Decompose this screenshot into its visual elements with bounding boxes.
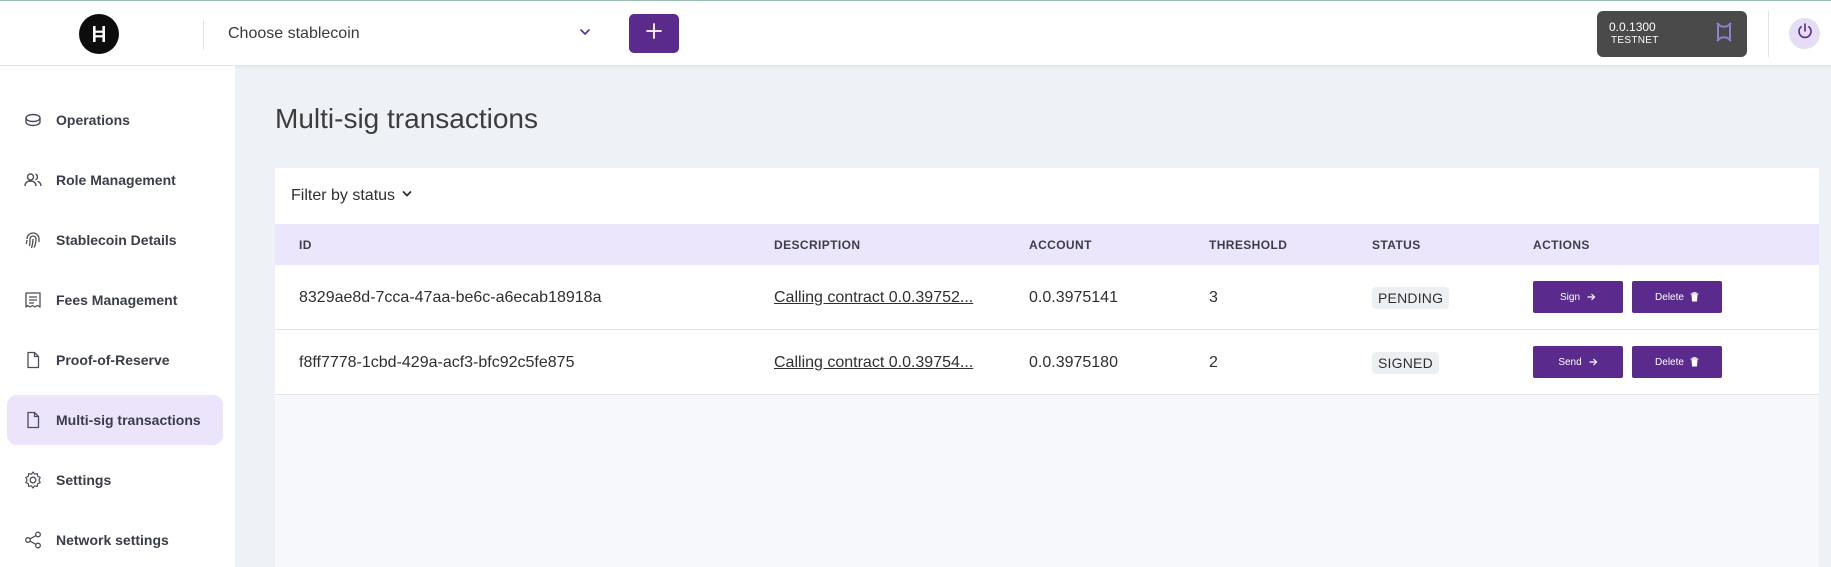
wallet-icon bbox=[1713, 20, 1735, 49]
sidebar-item-label: Role Management bbox=[56, 172, 176, 188]
page-title: Multi-sig transactions bbox=[275, 103, 538, 134]
disconnect-button[interactable] bbox=[1789, 18, 1820, 49]
account-id: 0.0.1300 bbox=[1609, 20, 1656, 35]
status-cell: SIGNED bbox=[1372, 330, 1439, 395]
users-icon bbox=[23, 170, 43, 190]
sidebar-item-label: Settings bbox=[56, 472, 112, 488]
transaction-id: f8ff7778-1cbd-429a-acf3-bfc92c5fe875 bbox=[299, 353, 575, 371]
send-button[interactable]: Send bbox=[1533, 346, 1623, 378]
trash-icon bbox=[1690, 357, 1699, 367]
sidebar-item-label: Stablecoin Details bbox=[56, 232, 177, 248]
table-row: 8329ae8d-7cca-47aa-be6c-a6ecab18918a Cal… bbox=[275, 265, 1819, 330]
account-info[interactable]: 0.0.1300 TESTNET bbox=[1597, 11, 1747, 57]
status-filter[interactable]: Filter by status bbox=[275, 168, 1819, 224]
sidebar: Operations Role Management Stablecoin De… bbox=[0, 66, 235, 567]
header-divider bbox=[1768, 11, 1769, 57]
delete-button[interactable]: Delete bbox=[1632, 346, 1722, 378]
chevron-down-icon bbox=[578, 25, 592, 44]
column-header-threshold: THRESHOLD bbox=[1209, 237, 1288, 252]
fingerprint-icon bbox=[23, 230, 43, 250]
gear-icon bbox=[23, 470, 43, 490]
sidebar-item-label: Fees Management bbox=[56, 292, 178, 308]
coins-icon bbox=[23, 110, 43, 130]
sidebar-item-fees-management[interactable]: Fees Management bbox=[7, 275, 223, 325]
share-icon bbox=[23, 530, 43, 550]
sidebar-item-operations[interactable]: Operations bbox=[7, 95, 223, 145]
status-cell: PENDING bbox=[1372, 265, 1450, 330]
transaction-threshold: 2 bbox=[1209, 353, 1218, 371]
trash-icon bbox=[1690, 292, 1699, 302]
sidebar-item-proof-of-reserve[interactable]: Proof-of-Reserve bbox=[7, 335, 223, 385]
arrow-right-icon bbox=[1588, 357, 1598, 367]
sidebar-item-settings[interactable]: Settings bbox=[7, 455, 223, 505]
column-header-actions: ACTIONS bbox=[1533, 237, 1590, 252]
hedera-logo-icon[interactable] bbox=[79, 14, 119, 54]
column-header-description: DESCRIPTION bbox=[774, 237, 861, 252]
transaction-account: 0.0.3975141 bbox=[1029, 288, 1118, 306]
sidebar-item-network-settings[interactable]: Network settings bbox=[7, 515, 223, 565]
status-filter-label: Filter by status bbox=[291, 187, 396, 204]
status-badge: PENDING bbox=[1372, 286, 1450, 309]
transaction-description[interactable]: Calling contract 0.0.39752... bbox=[774, 265, 973, 330]
file-icon bbox=[23, 410, 43, 430]
file-icon bbox=[23, 350, 43, 370]
transaction-threshold: 3 bbox=[1209, 288, 1218, 306]
delete-button[interactable]: Delete bbox=[1632, 281, 1722, 313]
transactions-panel: Filter by status ID DESCRIPTION ACCOUNT … bbox=[275, 168, 1819, 567]
table-header: ID DESCRIPTION ACCOUNT THRESHOLD STATUS … bbox=[275, 224, 1819, 265]
receipt-icon bbox=[23, 290, 43, 310]
transaction-description[interactable]: Calling contract 0.0.39754... bbox=[774, 330, 973, 395]
plus-icon bbox=[645, 22, 663, 45]
network-label: TESTNET bbox=[1611, 35, 1659, 47]
sidebar-item-label: Operations bbox=[56, 112, 130, 128]
delete-button-label: Delete bbox=[1655, 291, 1684, 303]
arrow-right-icon bbox=[1586, 292, 1596, 302]
sign-button-label: Sign bbox=[1559, 291, 1580, 303]
power-icon bbox=[1796, 22, 1814, 45]
transaction-account: 0.0.3975180 bbox=[1029, 353, 1118, 371]
add-stablecoin-button[interactable] bbox=[629, 14, 679, 53]
stablecoin-select-placeholder: Choose stablecoin bbox=[228, 25, 360, 42]
column-header-account: ACCOUNT bbox=[1029, 237, 1092, 252]
header-divider bbox=[203, 20, 204, 50]
column-header-status: STATUS bbox=[1372, 237, 1421, 252]
top-bar: Choose stablecoin 0.0.1300 TESTNET bbox=[0, 0, 1831, 66]
transaction-id: 8329ae8d-7cca-47aa-be6c-a6ecab18918a bbox=[299, 288, 602, 306]
description-link[interactable]: Calling contract 0.0.39752... bbox=[774, 289, 973, 307]
chevron-down-icon bbox=[401, 187, 413, 205]
sidebar-item-multi-sig-transactions[interactable]: Multi-sig transactions bbox=[7, 395, 223, 445]
sidebar-item-role-management[interactable]: Role Management bbox=[7, 155, 223, 205]
sidebar-item-stablecoin-details[interactable]: Stablecoin Details bbox=[7, 215, 223, 265]
table-row: f8ff7778-1cbd-429a-acf3-bfc92c5fe875 Cal… bbox=[275, 330, 1819, 395]
description-link[interactable]: Calling contract 0.0.39754... bbox=[774, 354, 973, 372]
column-header-id: ID bbox=[299, 237, 312, 252]
sidebar-item-label: Proof-of-Reserve bbox=[56, 352, 170, 368]
delete-button-label: Delete bbox=[1655, 356, 1684, 368]
sidebar-item-label: Network settings bbox=[56, 532, 169, 548]
sidebar-item-label: Multi-sig transactions bbox=[56, 412, 201, 428]
send-button-label: Send bbox=[1558, 356, 1582, 368]
stablecoin-select[interactable]: Choose stablecoin bbox=[220, 17, 600, 51]
status-badge: SIGNED bbox=[1372, 351, 1439, 374]
sign-button[interactable]: Sign bbox=[1533, 281, 1623, 313]
